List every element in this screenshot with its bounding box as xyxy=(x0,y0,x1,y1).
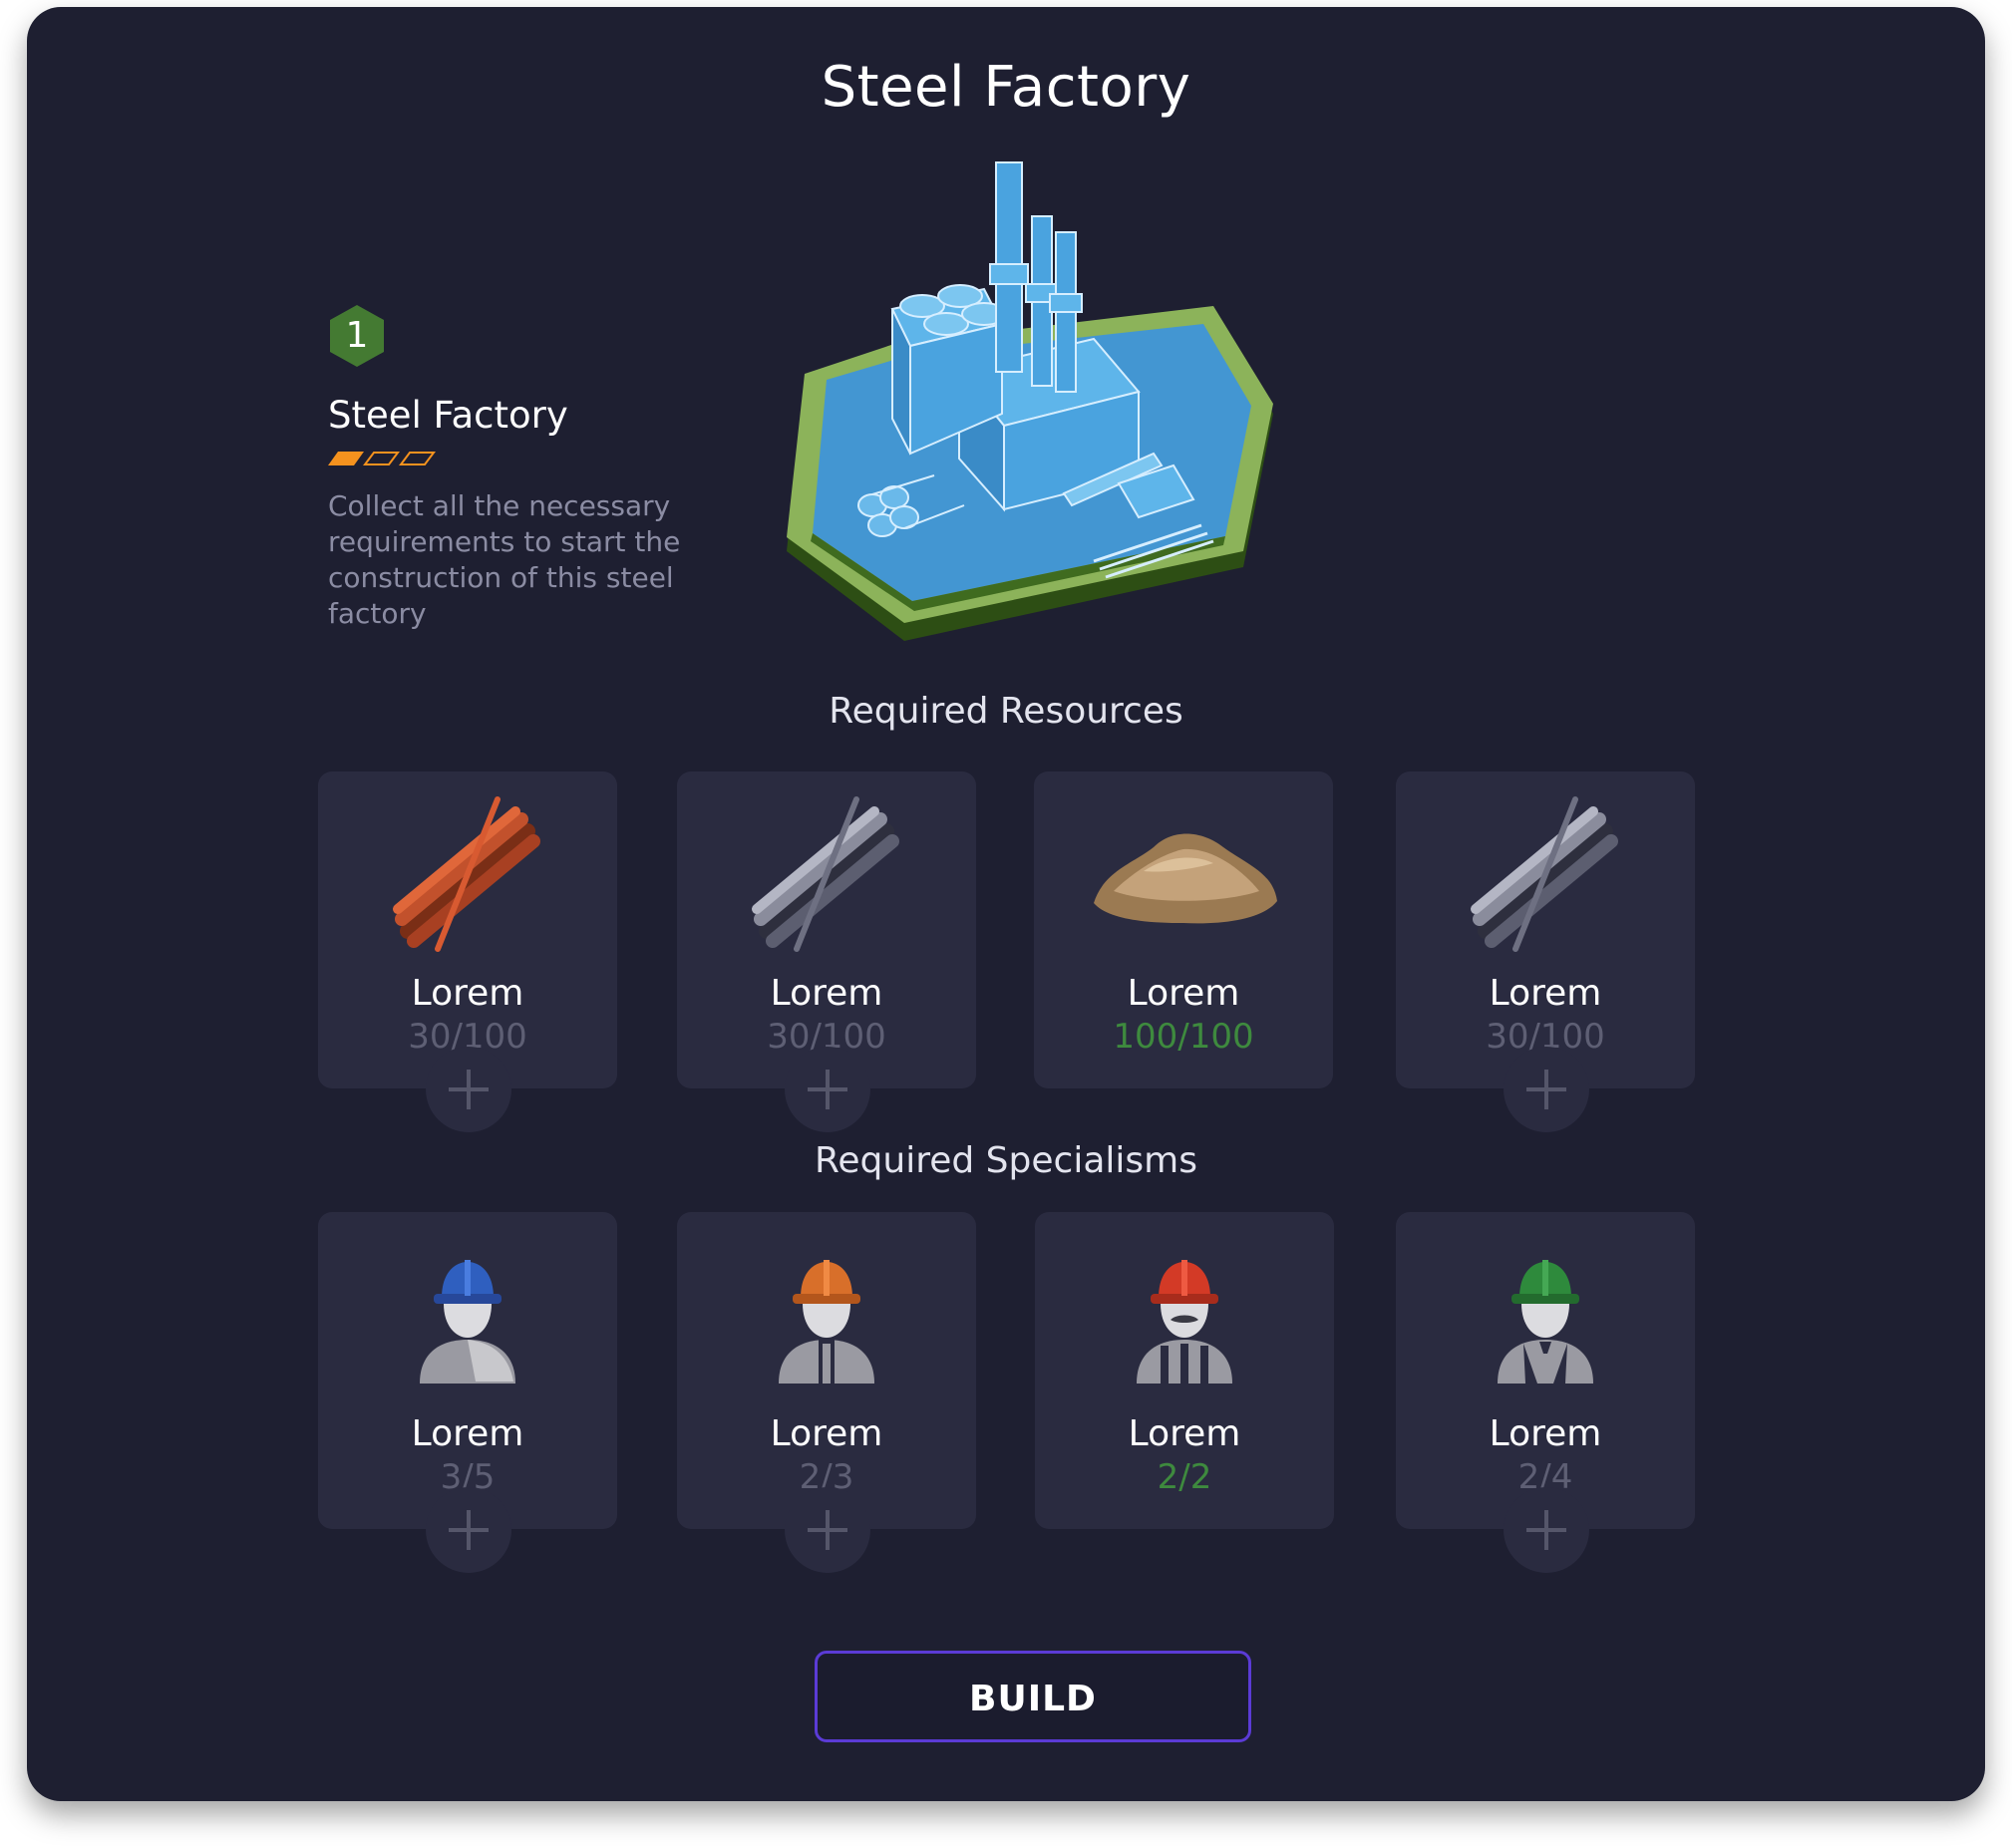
resources-section-title: Required Resources xyxy=(829,691,1183,732)
worker-blue-helmet-icon xyxy=(420,1260,515,1384)
specialism-card: Lorem 3/5 xyxy=(318,1212,617,1573)
worker-red-helmet-icon xyxy=(1137,1260,1232,1384)
add-resource-button[interactable] xyxy=(426,1047,511,1132)
add-resource-button[interactable] xyxy=(1504,1047,1589,1132)
specialism-label: Lorem xyxy=(1489,1413,1602,1454)
rating-slot-empty-icon xyxy=(363,452,400,465)
build-button[interactable]: BUILD xyxy=(815,1651,1251,1742)
resource-label: Lorem xyxy=(1127,973,1240,1014)
specialism-card: Lorem 2/3 xyxy=(677,1212,976,1573)
copper-rods-icon xyxy=(393,796,540,952)
level-badge: 1 xyxy=(328,303,386,369)
building-description: Collect all the necessary requirements t… xyxy=(328,489,681,630)
page-title: Steel Factory xyxy=(821,55,1191,120)
resource-label: Lorem xyxy=(411,973,524,1014)
worker-green-helmet-icon xyxy=(1498,1260,1593,1384)
resource-label: Lorem xyxy=(1489,973,1602,1014)
add-specialist-button[interactable] xyxy=(426,1487,511,1573)
sand-pile-icon xyxy=(1094,833,1277,924)
specialism-card: Lorem 2/4 xyxy=(1396,1212,1695,1573)
building-name: Steel Factory xyxy=(328,394,568,437)
add-resource-button[interactable] xyxy=(785,1047,870,1132)
steel-factory-illustration xyxy=(787,161,1273,641)
steel-rods-icon xyxy=(1471,796,1618,952)
steel-rods-icon xyxy=(752,796,899,952)
worker-orange-helmet-icon xyxy=(779,1260,874,1384)
build-panel: Steel Factory 1 Steel Factory Collect al… xyxy=(27,7,1985,1801)
specialism-card: Lorem 2/2 xyxy=(1035,1212,1334,1529)
specialism-label: Lorem xyxy=(770,1413,883,1454)
resource-count: 100/100 xyxy=(1113,1017,1254,1057)
specialism-label: Lorem xyxy=(411,1413,524,1454)
resource-card: Lorem 30/100 xyxy=(677,771,976,1132)
resource-card: Lorem 30/100 xyxy=(1396,771,1695,1132)
resource-card: Lorem 30/100 xyxy=(318,771,617,1132)
add-specialist-button[interactable] xyxy=(785,1487,870,1573)
rating-slot-filled-icon xyxy=(328,452,364,465)
resource-card: Lorem 100/100 xyxy=(1034,771,1333,1088)
resource-label: Lorem xyxy=(770,973,883,1014)
specialism-count: 2/2 xyxy=(1157,1457,1212,1497)
rating-indicator xyxy=(328,452,436,465)
level-number: 1 xyxy=(345,315,369,356)
rating-slot-empty-icon xyxy=(399,452,436,465)
specialism-label: Lorem xyxy=(1128,1413,1241,1454)
add-specialist-button[interactable] xyxy=(1504,1487,1589,1573)
specialisms-section-title: Required Specialisms xyxy=(815,1140,1197,1181)
